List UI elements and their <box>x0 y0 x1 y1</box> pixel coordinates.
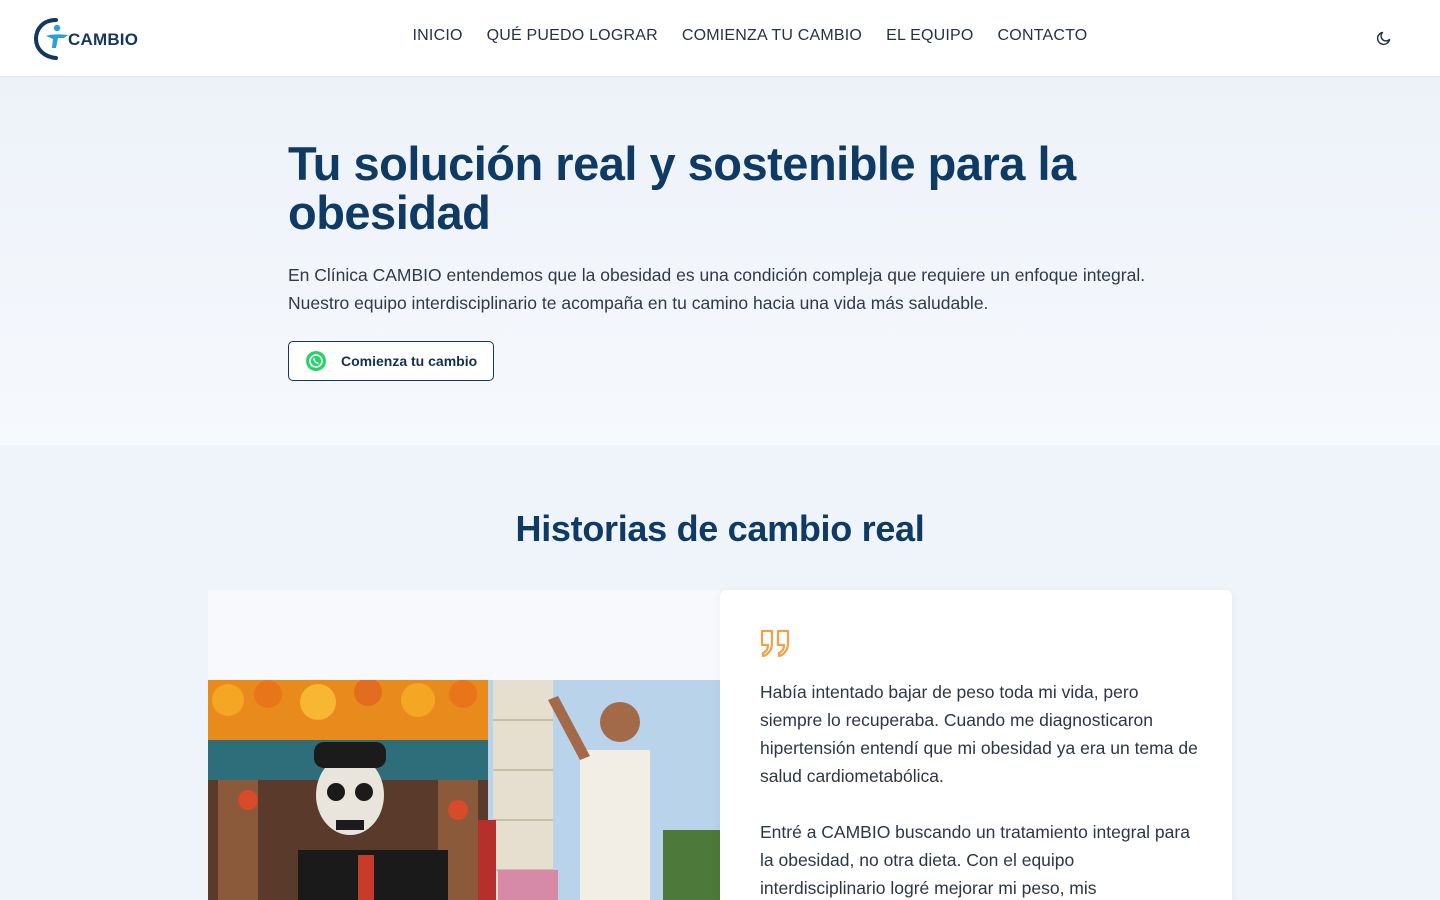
testimonial-photo <box>208 680 720 900</box>
testimonial-text: Había intentado bajar de peso toda mi vi… <box>760 678 1200 900</box>
hero-title: Tu solución real y sostenible para la ob… <box>288 137 1076 239</box>
testimonial-paragraph: Entré a CAMBIO buscando un tratamiento i… <box>760 822 1190 898</box>
quote-icon <box>760 629 790 658</box>
main-nav: INICIO QUÉ PUEDO LOGRAR COMIENZA TU CAMB… <box>0 27 1440 45</box>
stories-section: Historias de cambio real Había intentado… <box>0 445 1440 900</box>
nav-item-inicio[interactable]: INICIO <box>413 27 463 45</box>
cta-button[interactable]: Comienza tu cambio <box>288 341 495 381</box>
hero-description: En Clínica CAMBIO entendemos que la obes… <box>288 265 1146 313</box>
testimonial-paragraph: Había intentado bajar de peso toda mi vi… <box>760 682 1198 786</box>
theme-toggle-button[interactable] <box>1370 24 1398 52</box>
nav-item-comienza-tu-cambio[interactable]: COMIENZA TU CAMBIO <box>682 27 862 45</box>
stories-title: Historias de cambio real <box>515 508 925 549</box>
testimonial-card: Había intentado bajar de peso toda mi vi… <box>720 590 1232 900</box>
nav-item-contacto[interactable]: CONTACTO <box>998 27 1088 45</box>
cta-label: Comienza tu cambio <box>341 353 478 369</box>
moon-icon <box>1376 31 1391 46</box>
nav-item-el-equipo[interactable]: EL EQUIPO <box>886 27 973 45</box>
site-header: CAMBIO INICIO QUÉ PUEDO LOGRAR COMIENZA … <box>0 0 1440 77</box>
story-photo-panel <box>208 590 720 900</box>
nav-item-que-puedo-lograr[interactable]: QUÉ PUEDO LOGRAR <box>487 27 658 45</box>
hero-section: Tu solución real y sostenible para la ob… <box>0 77 1440 445</box>
whatsapp-icon <box>306 351 326 371</box>
